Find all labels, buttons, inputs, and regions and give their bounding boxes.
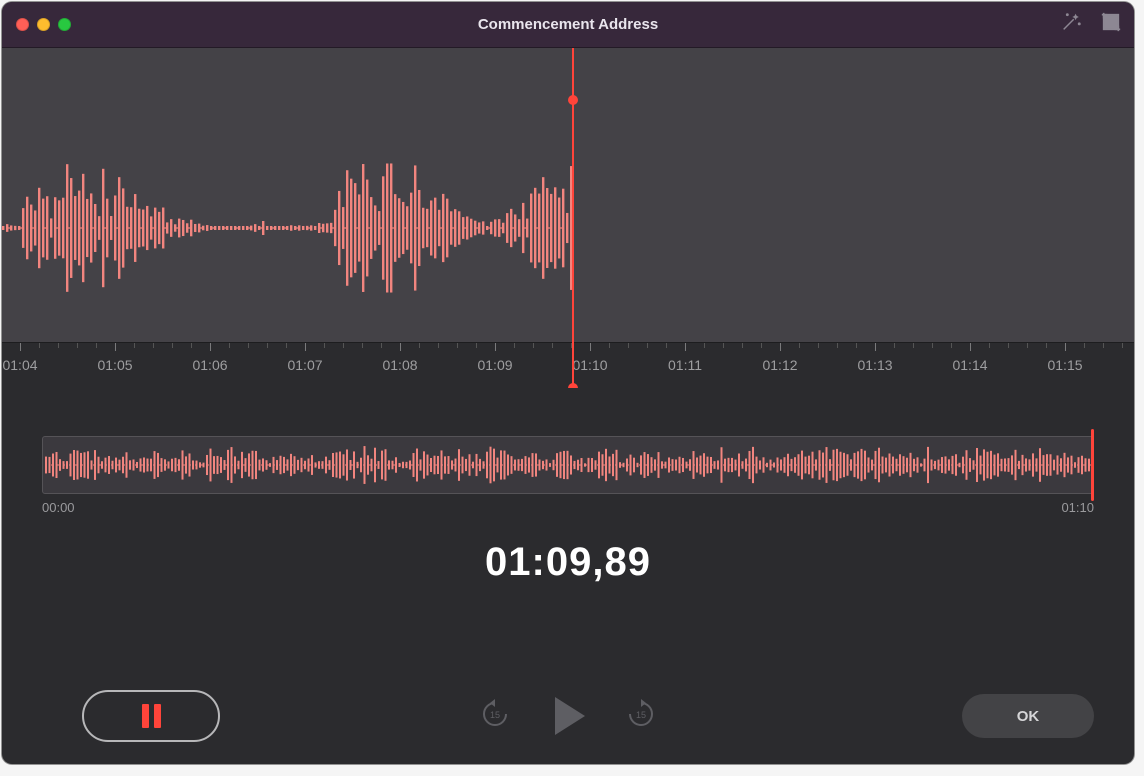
svg-text:15: 15	[636, 710, 646, 720]
playhead[interactable]	[572, 48, 574, 388]
ruler-tick-label: 01:13	[857, 357, 892, 373]
ruler-tick-label: 01:12	[762, 357, 797, 373]
ruler-tick-label: 01:06	[192, 357, 227, 373]
svg-text:15: 15	[490, 710, 500, 720]
overview-playhead[interactable]	[1091, 429, 1094, 501]
ok-button[interactable]: OK	[962, 694, 1094, 738]
overview-end-time: 01:10	[1061, 500, 1094, 515]
waveform-detail-view[interactable]: 01:04 01:05 01:06 01:07 01:08 01:09 01:10 01:11…	[2, 48, 1134, 388]
play-button[interactable]	[555, 697, 585, 735]
enhance-icon[interactable]	[1060, 11, 1082, 38]
trim-icon[interactable]	[1100, 11, 1122, 38]
ruler-tick-label: 01:08	[382, 357, 417, 373]
ruler-tick-label: 01:05	[97, 357, 132, 373]
ruler-tick-label: 01:14	[952, 357, 987, 373]
overview-start-time: 00:00	[42, 500, 75, 515]
transport-controls: 15 15 OK	[2, 690, 1134, 742]
ruler-tick-label: 01:04	[2, 357, 37, 373]
skip-forward-button[interactable]: 15	[625, 698, 657, 735]
skip-back-button[interactable]: 15	[479, 698, 511, 735]
waveform-overview[interactable]: 00:00 01:10	[42, 436, 1094, 508]
current-time-display: 01:09,89	[2, 540, 1134, 585]
pause-button[interactable]	[82, 690, 220, 742]
ruler-tick-label: 01:15	[1047, 357, 1082, 373]
ruler-tick-label: 01:11	[668, 357, 702, 373]
pause-icon	[142, 704, 161, 728]
audio-editor-window: Commencement Address	[2, 2, 1134, 764]
titlebar: Commencement Address	[2, 2, 1134, 48]
ruler-tick-label: 01:09	[477, 357, 512, 373]
ruler-tick-label: 01:07	[287, 357, 322, 373]
timeline-ruler[interactable]: 01:04 01:05 01:06 01:07 01:08 01:09 01:10 01:11…	[2, 342, 1134, 388]
window-title: Commencement Address	[2, 16, 1134, 33]
ruler-tick-label: 01:10	[572, 357, 607, 373]
